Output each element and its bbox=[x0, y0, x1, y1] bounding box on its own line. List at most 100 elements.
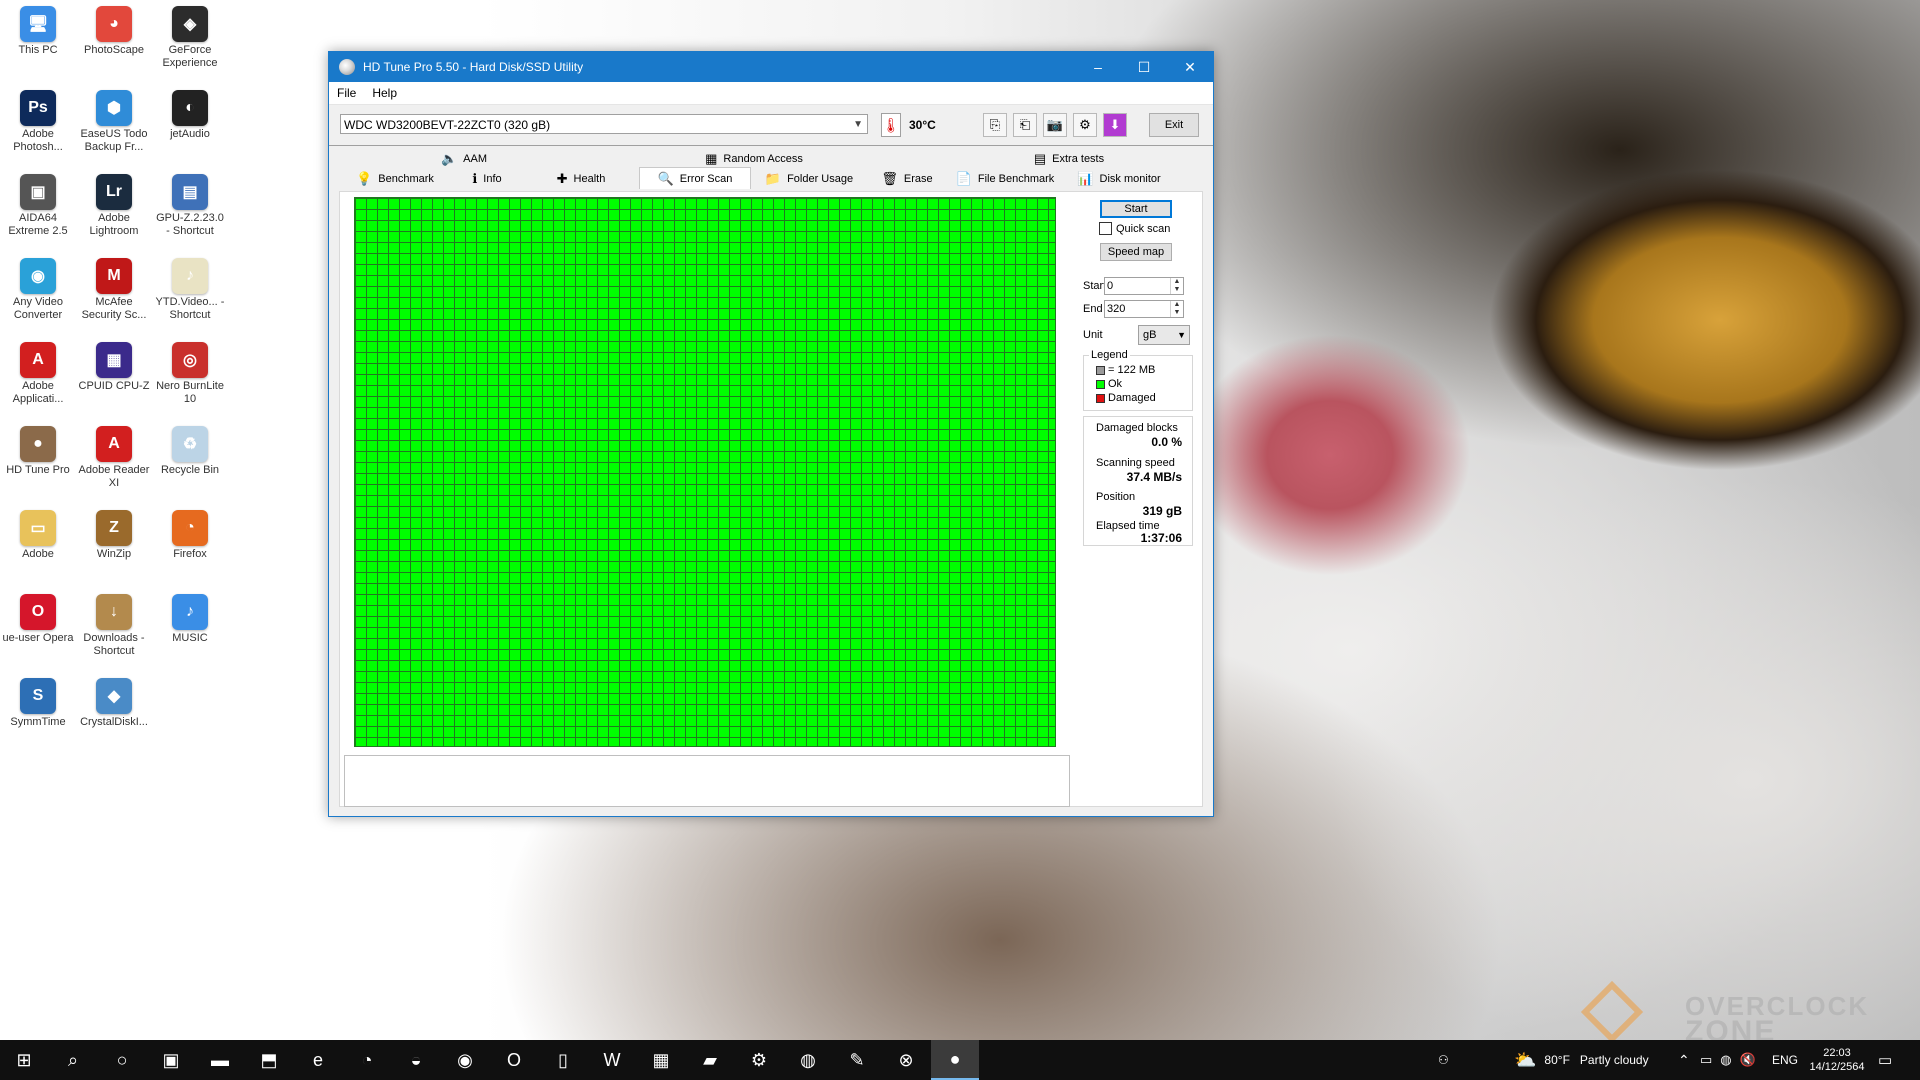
desktop-icon[interactable]: M McAfee Security Sc... bbox=[78, 258, 150, 322]
desktop-icon[interactable]: Oue-user Opera bbox=[2, 594, 74, 645]
tab-aam[interactable]: 🔈 AAM bbox=[399, 149, 529, 169]
menu-help[interactable]: Help bbox=[364, 86, 405, 100]
desktop-icon[interactable]: S SymmTime bbox=[2, 678, 74, 729]
desktop-icon[interactable]: ◔ Firefox bbox=[154, 510, 226, 561]
paint-icon[interactable]: ✎ bbox=[833, 1040, 881, 1080]
weather-widget[interactable]: ⛅ 80°F Partly cloudy bbox=[1514, 1040, 1649, 1080]
close-button[interactable]: ✕ bbox=[1167, 52, 1213, 82]
desktop-icon[interactable]: ♪ MUSIC bbox=[154, 594, 226, 645]
desktop-icon[interactable]: ● HD Tune Pro bbox=[2, 426, 74, 477]
copy-info-button[interactable]: ⎗ bbox=[1013, 113, 1037, 137]
cortana-icon[interactable]: ○ bbox=[98, 1040, 146, 1080]
desktop-icon[interactable]: Z WinZip bbox=[78, 510, 150, 561]
volume-muted-icon[interactable]: 🔇 bbox=[1740, 1052, 1756, 1068]
chrome-icon[interactable]: ◉ bbox=[441, 1040, 489, 1080]
battery-icon[interactable]: ▭ bbox=[1700, 1052, 1712, 1068]
desktop-icon[interactable]: ▤ GPU-Z.2.23.0 - Shortcut bbox=[154, 174, 226, 238]
desktop-icon-label: jetAudio bbox=[170, 128, 210, 140]
network-icon[interactable]: ⬒ bbox=[245, 1040, 293, 1080]
camera-icon: 📷 bbox=[1046, 117, 1064, 132]
options-button[interactable]: ⚙ bbox=[1073, 113, 1097, 137]
tab-extra-tests[interactable]: ▤ Extra tests bbox=[999, 149, 1139, 169]
search-icon[interactable]: ⌕ bbox=[49, 1040, 97, 1080]
ie-icon[interactable]: e bbox=[294, 1040, 342, 1080]
desktop-icon[interactable]: ⬢ EaseUS Todo Backup Fr... bbox=[78, 90, 150, 154]
opera-icon[interactable]: O bbox=[490, 1040, 538, 1080]
tab-folder-usage[interactable]: 📁 Folder Usage bbox=[751, 169, 867, 189]
title-bar[interactable]: HD Tune Pro 5.50 - Hard Disk/SSD Utility… bbox=[329, 52, 1213, 82]
document-icon[interactable]: ▯ bbox=[539, 1040, 587, 1080]
windows-start-icon[interactable]: ⊞ bbox=[0, 1040, 48, 1080]
desktop-icon-label: Adobe Lightroom bbox=[89, 212, 139, 237]
minimize-button[interactable]: – bbox=[1075, 52, 1121, 82]
menu-file[interactable]: File bbox=[329, 86, 364, 100]
easeus-icon: ⬢ bbox=[96, 90, 132, 126]
screenshot-button[interactable]: 📷 bbox=[1043, 113, 1067, 137]
maximize-button[interactable]: ☐ bbox=[1121, 52, 1167, 82]
adobe-reader-icon: A bbox=[96, 426, 132, 462]
people-button[interactable]: ⚇ bbox=[1438, 1040, 1449, 1080]
hdtune-icon[interactable]: ● bbox=[931, 1040, 979, 1080]
desktop-icon[interactable]: ◎ Nero BurnLite 10 bbox=[154, 342, 226, 406]
firefox-icon[interactable]: ◔ bbox=[343, 1040, 391, 1080]
unit-select[interactable]: gB ▼ bbox=[1138, 325, 1190, 345]
start-scan-button[interactable]: Start bbox=[1100, 200, 1172, 218]
desktop-icon[interactable]: ◉ Any Video Converter bbox=[2, 258, 74, 322]
spinner-arrows-icon[interactable]: ▲ ▼ bbox=[1170, 301, 1183, 317]
checkbox-box[interactable] bbox=[1099, 222, 1112, 235]
tab-health[interactable]: ✚ Health bbox=[523, 169, 639, 189]
quick-scan-checkbox[interactable]: Quick scan bbox=[1099, 222, 1170, 235]
desktop-icon[interactable]: ▦ CPUID CPU-Z bbox=[78, 342, 150, 393]
network-icon[interactable]: ◍ bbox=[1720, 1052, 1731, 1068]
tab-random-access[interactable]: ▦ Random Access bbox=[689, 149, 819, 169]
tab-erase[interactable]: 🗑 Erase bbox=[867, 169, 947, 189]
desktop-icon[interactable]: ♻ Recycle Bin bbox=[154, 426, 226, 477]
desktop-icon[interactable]: ◈ GeForce Experience bbox=[154, 6, 226, 70]
edge-icon[interactable]: ◒ bbox=[392, 1040, 440, 1080]
desktop-icon[interactable]: ▣ AIDA64 Extreme 2.5 bbox=[2, 174, 74, 238]
window-icon[interactable]: ▰ bbox=[686, 1040, 734, 1080]
tab-disk-monitor[interactable]: 📊 Disk monitor bbox=[1063, 169, 1175, 189]
spinner-arrows-icon[interactable]: ▲ ▼ bbox=[1170, 278, 1183, 294]
desktop-icon[interactable]: 🖥 This PC bbox=[2, 6, 74, 57]
tab-file-benchmark[interactable]: 📄 File Benchmark bbox=[947, 169, 1063, 189]
speaker-icon: 🔈 bbox=[440, 151, 458, 166]
desktop-icon-label: PhotoScape bbox=[84, 44, 144, 56]
store-icon[interactable]: ▣ bbox=[147, 1040, 195, 1080]
tab-error-scan[interactable]: 🔍 Error Scan bbox=[639, 167, 751, 189]
copy-text-button[interactable]: ⎘ bbox=[983, 113, 1007, 137]
file-explorer-icon[interactable]: ▬ bbox=[196, 1040, 244, 1080]
word-icon[interactable]: W bbox=[588, 1040, 636, 1080]
desktop-icon[interactable]: ◕ PhotoScape bbox=[78, 6, 150, 57]
save-button[interactable]: ⬇ bbox=[1103, 113, 1127, 137]
desktop-icon[interactable]: Lr Adobe Lightroom bbox=[78, 174, 150, 238]
start-field[interactable]: 0 ▲ ▼ bbox=[1104, 277, 1184, 295]
desktop-icon[interactable]: ◐ jetAudio bbox=[154, 90, 226, 141]
xbox-icon[interactable]: ⊗ bbox=[882, 1040, 930, 1080]
exit-button[interactable]: Exit bbox=[1149, 113, 1199, 137]
info-icon: ℹ bbox=[472, 171, 478, 186]
speed-map-button[interactable]: Speed map bbox=[1100, 243, 1172, 261]
desktop-icon[interactable]: ♪ YTD.Video... - Shortcut bbox=[154, 258, 226, 322]
settings-icon[interactable]: ⚙ bbox=[735, 1040, 783, 1080]
globe-icon[interactable]: ◍ bbox=[784, 1040, 832, 1080]
tab-label: Health bbox=[573, 173, 606, 185]
tab-info[interactable]: ℹ Info bbox=[451, 169, 523, 189]
desktop-icon[interactable]: A Adobe Applicati... bbox=[2, 342, 74, 406]
desktop-icon[interactable]: ↓ Downloads - Shortcut bbox=[78, 594, 150, 658]
show-hidden-icons-button[interactable]: ⌃ bbox=[1678, 1040, 1690, 1080]
desktop-icon[interactable]: ◆ CrystalDiskI... bbox=[78, 678, 150, 729]
folder-icon: 📁 bbox=[764, 171, 782, 186]
tab-benchmark[interactable]: 💡 Benchmark bbox=[339, 169, 451, 189]
desktop-icon[interactable]: Ps Adobe Photosh... bbox=[2, 90, 74, 154]
unit-select-value: gB bbox=[1143, 329, 1157, 341]
desktop-icon[interactable]: ▭ Adobe bbox=[2, 510, 74, 561]
desktop-icon-label: YTD.Video... - Shortcut bbox=[155, 296, 225, 321]
clock[interactable]: 22:03 14/12/2564 bbox=[1806, 1040, 1868, 1080]
language-indicator[interactable]: ENG bbox=[1772, 1040, 1798, 1080]
calculator-icon[interactable]: ▦ bbox=[637, 1040, 685, 1080]
desktop-icon[interactable]: A Adobe Reader XI bbox=[78, 426, 150, 490]
end-field[interactable]: 320 ▲ ▼ bbox=[1104, 300, 1184, 318]
action-center-button[interactable]: ▭ bbox=[1878, 1040, 1892, 1080]
drive-select[interactable]: WDC WD3200BEVT-22ZCT0 (320 gB) ▼ bbox=[340, 114, 868, 134]
